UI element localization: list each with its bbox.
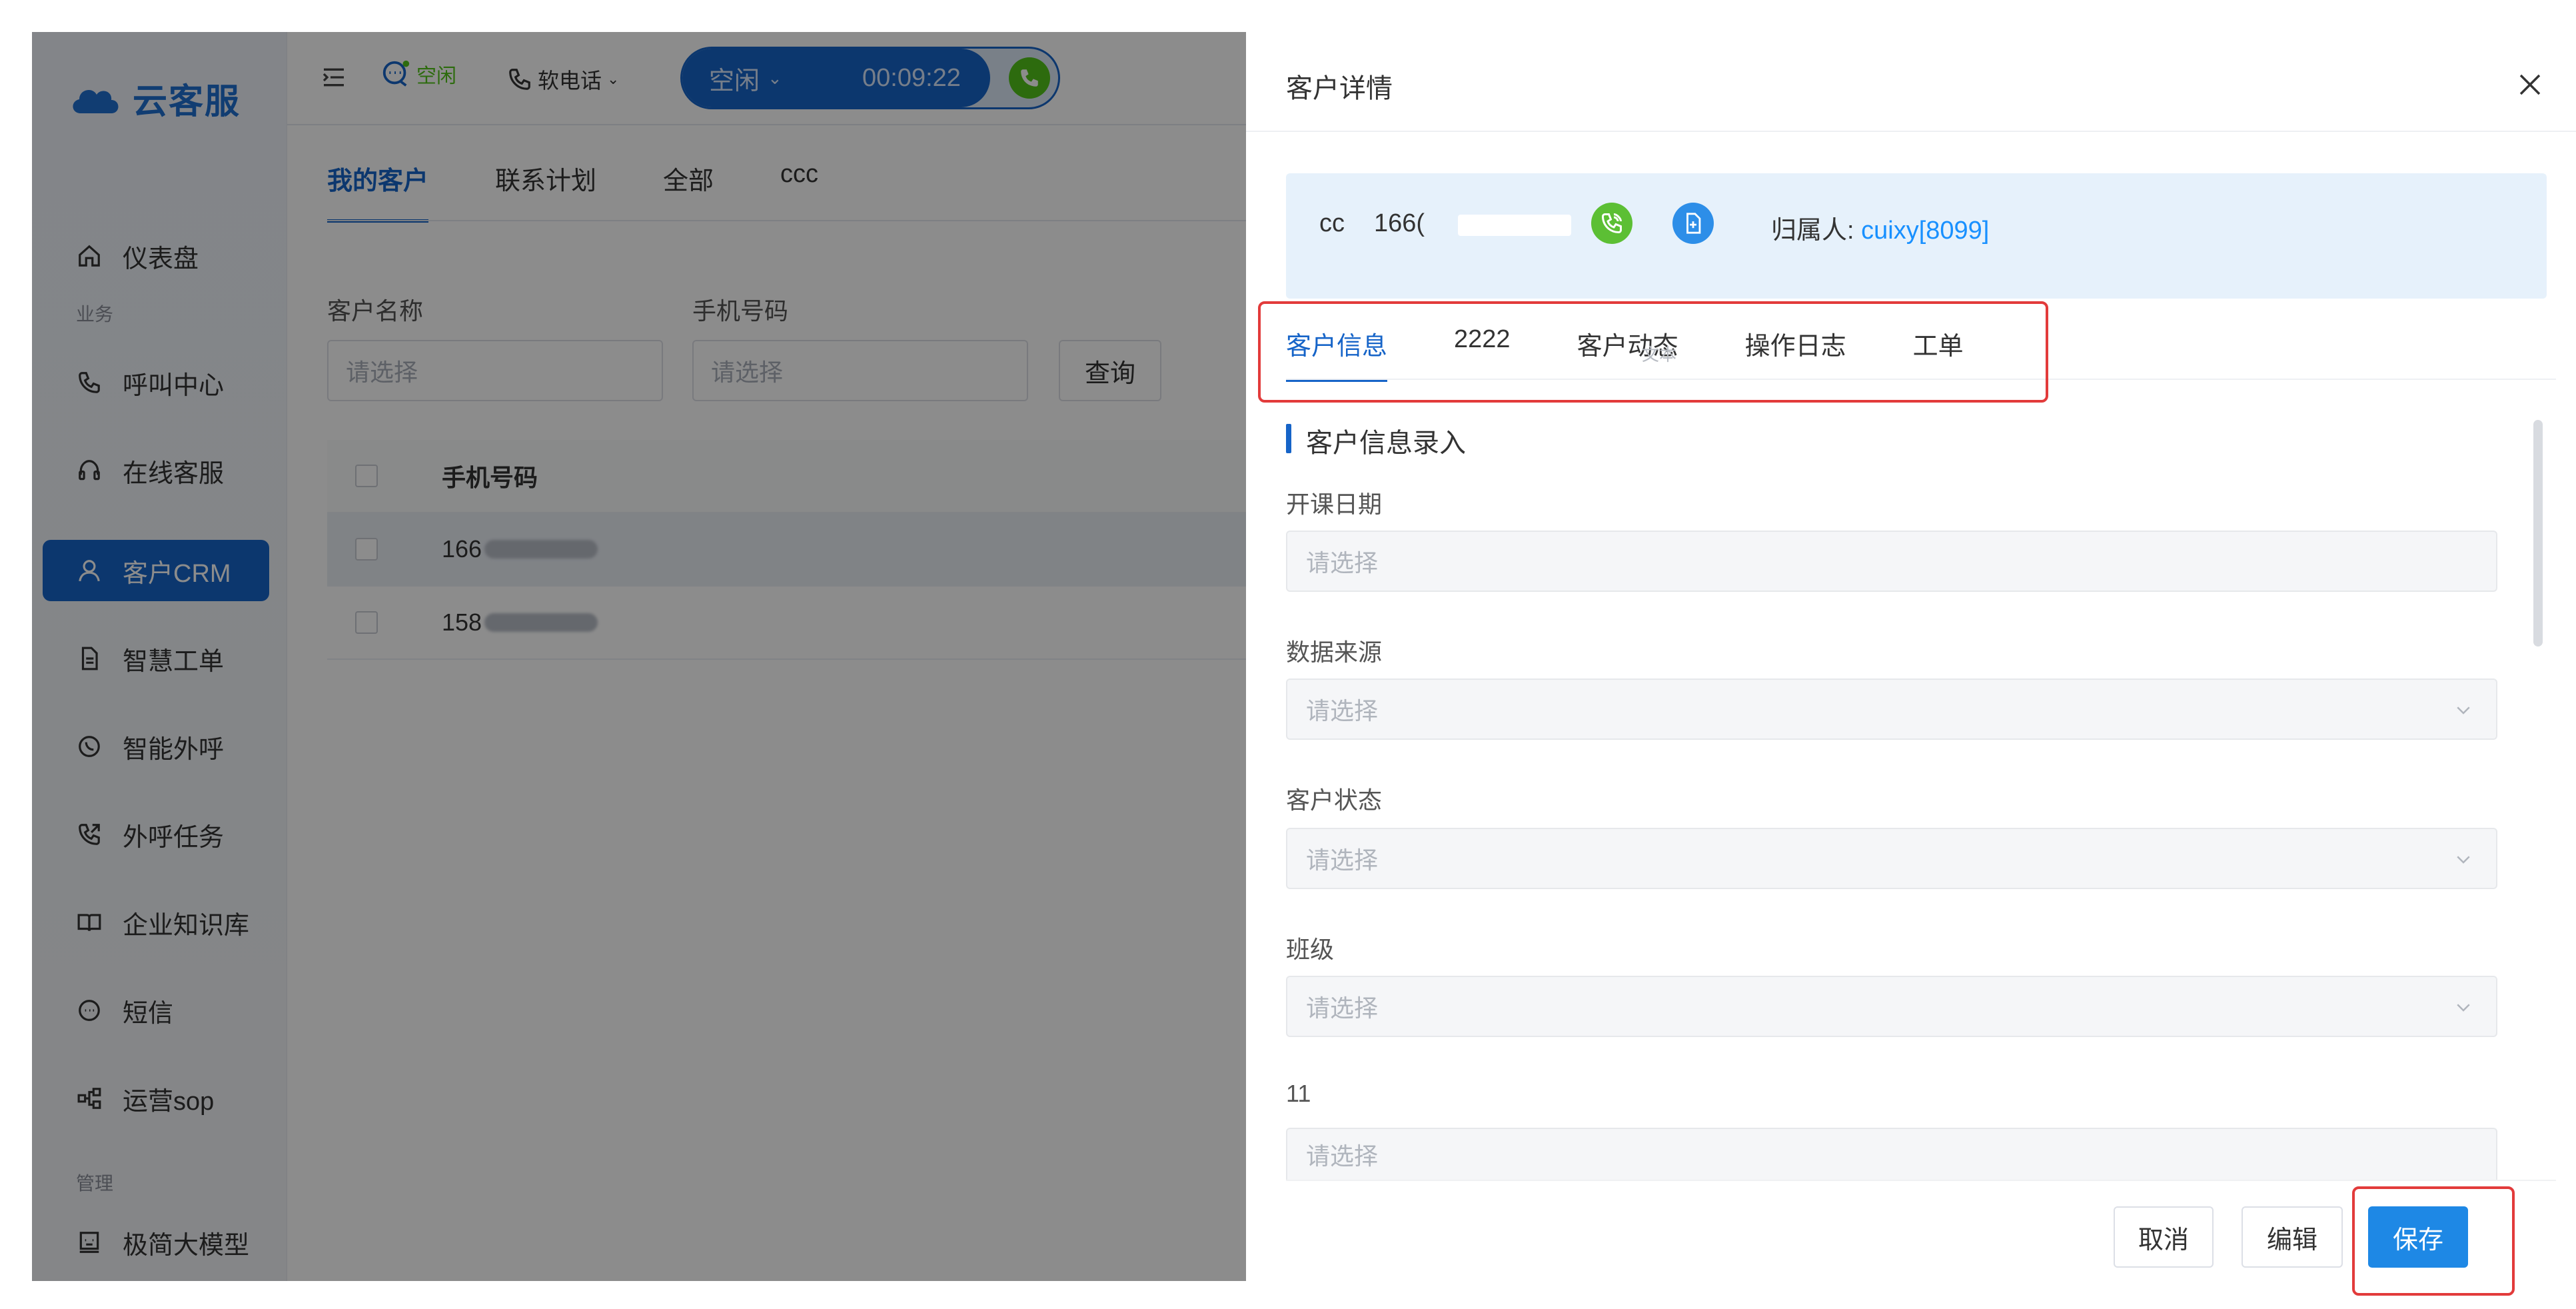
field-11-input[interactable]: 请选择 [1286,1128,2497,1180]
owner-name[interactable]: cuixy[8099] [1861,217,1989,245]
edit-button[interactable]: 编辑 [2242,1206,2343,1268]
owner-info: 归属人: cuixy[8099] [1771,209,1989,246]
select-placeholder: 请选择 [1306,846,1379,874]
call-customer-button[interactable] [1591,203,1632,244]
owner-label: 归属人: [1771,217,1854,245]
chevron-down-icon [2457,856,2470,864]
cancel-button[interactable]: 取消 [2114,1206,2214,1268]
field-label-course-date: 开课日期 [1286,491,1383,518]
select-placeholder: 请选择 [1306,697,1379,724]
app-window: 云客服 仪表盘 业务 呼叫中心 在线客服 客户CRM 智慧工单 智能外呼 外呼任… [32,32,1246,1281]
customer-status-select[interactable]: 请选择 [1286,828,2497,889]
document-add-icon [1686,213,1701,234]
form-scrollbar[interactable] [2533,420,2543,647]
customer-summary-card: cc 166( 归属人: cuixy[8099] [1286,173,2547,299]
customer-name: cc [1319,209,1345,237]
customer-detail-drawer: 客户详情 cc 166( 归属人: cuixy[8099] 客户信息 2222 … [1246,0,2576,1309]
drawer-title: 客户详情 [1286,74,1393,103]
field-label-data-source: 数据来源 [1286,639,1383,666]
highlight-box-tabs [1258,301,2048,403]
customer-phone: 166( [1374,209,1425,237]
course-date-picker[interactable]: 请选择 [1286,531,2497,592]
drawer-divider [1246,131,2576,132]
close-icon[interactable] [2516,71,2544,99]
class-select[interactable]: 请选择 [1286,976,2497,1037]
data-source-select[interactable]: 请选择 [1286,678,2497,740]
chevron-down-icon [2457,1004,2470,1012]
modal-overlay[interactable] [32,32,1246,1281]
highlight-box-save [2352,1186,2515,1296]
phone-icon [1601,213,1622,234]
section-title: 客户信息录入 [1286,421,1466,460]
select-placeholder: 请选择 [1306,994,1379,1022]
chevron-down-icon [2457,706,2470,714]
masked-phone [1458,215,1571,236]
add-document-button[interactable] [1672,203,1714,244]
field-label-11: 11 [1286,1080,1311,1107]
field-label-class: 班级 [1286,936,1335,963]
field-label-customer-status: 客户状态 [1286,786,1383,814]
footer-divider [1286,1180,2556,1181]
